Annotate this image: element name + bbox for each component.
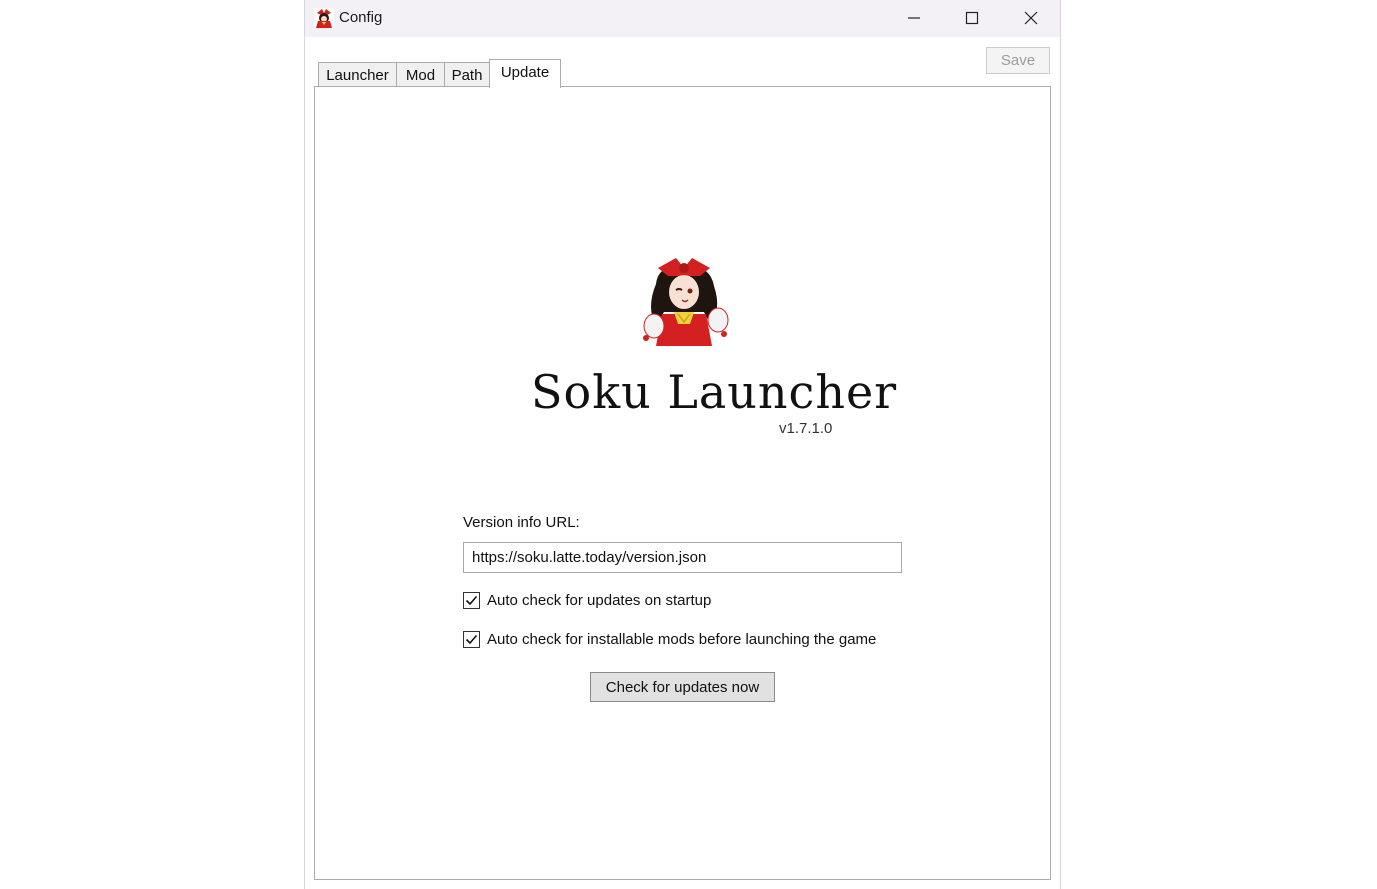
checkmark-icon [465,634,478,645]
close-icon [1024,11,1038,25]
tab-launcher[interactable]: Launcher [318,62,397,87]
auto-check-mods-checkbox[interactable] [463,631,480,648]
title-bar[interactable]: Config [305,0,1060,37]
reimu-portrait [638,254,730,346]
close-button[interactable] [1002,0,1060,37]
auto-check-updates-label: Auto check for updates on startup [487,592,712,609]
version-url-label: Version info URL: [463,514,580,531]
check-updates-now-button[interactable]: Check for updates now [590,672,775,702]
tab-update[interactable]: Update [489,59,561,88]
save-button[interactable]: Save [986,47,1050,74]
update-tab-panel: Soku Launcher v1.7.1.0 Version info URL:… [314,86,1051,880]
tab-mod[interactable]: Mod [396,62,445,87]
minimize-icon [908,17,920,19]
auto-check-mods-row[interactable]: Auto check for installable mods before l… [463,631,876,648]
minimize-button[interactable] [885,0,943,37]
app-name-logo: Soku Launcher [531,365,898,419]
maximize-button[interactable] [943,0,1001,37]
tab-path[interactable]: Path [444,62,490,87]
checkmark-icon [465,595,478,606]
maximize-icon [965,11,979,25]
config-window: Config Save Launcher Mod Path Update Sok… [305,0,1060,889]
auto-check-updates-row[interactable]: Auto check for updates on startup [463,592,711,609]
auto-check-updates-checkbox[interactable] [463,592,480,609]
version-url-input[interactable] [463,542,902,573]
auto-check-mods-label: Auto check for installable mods before l… [487,631,877,648]
window-title: Config [339,9,383,26]
version-label: v1.7.1.0 [779,420,833,437]
reimu-app-icon [314,8,334,28]
